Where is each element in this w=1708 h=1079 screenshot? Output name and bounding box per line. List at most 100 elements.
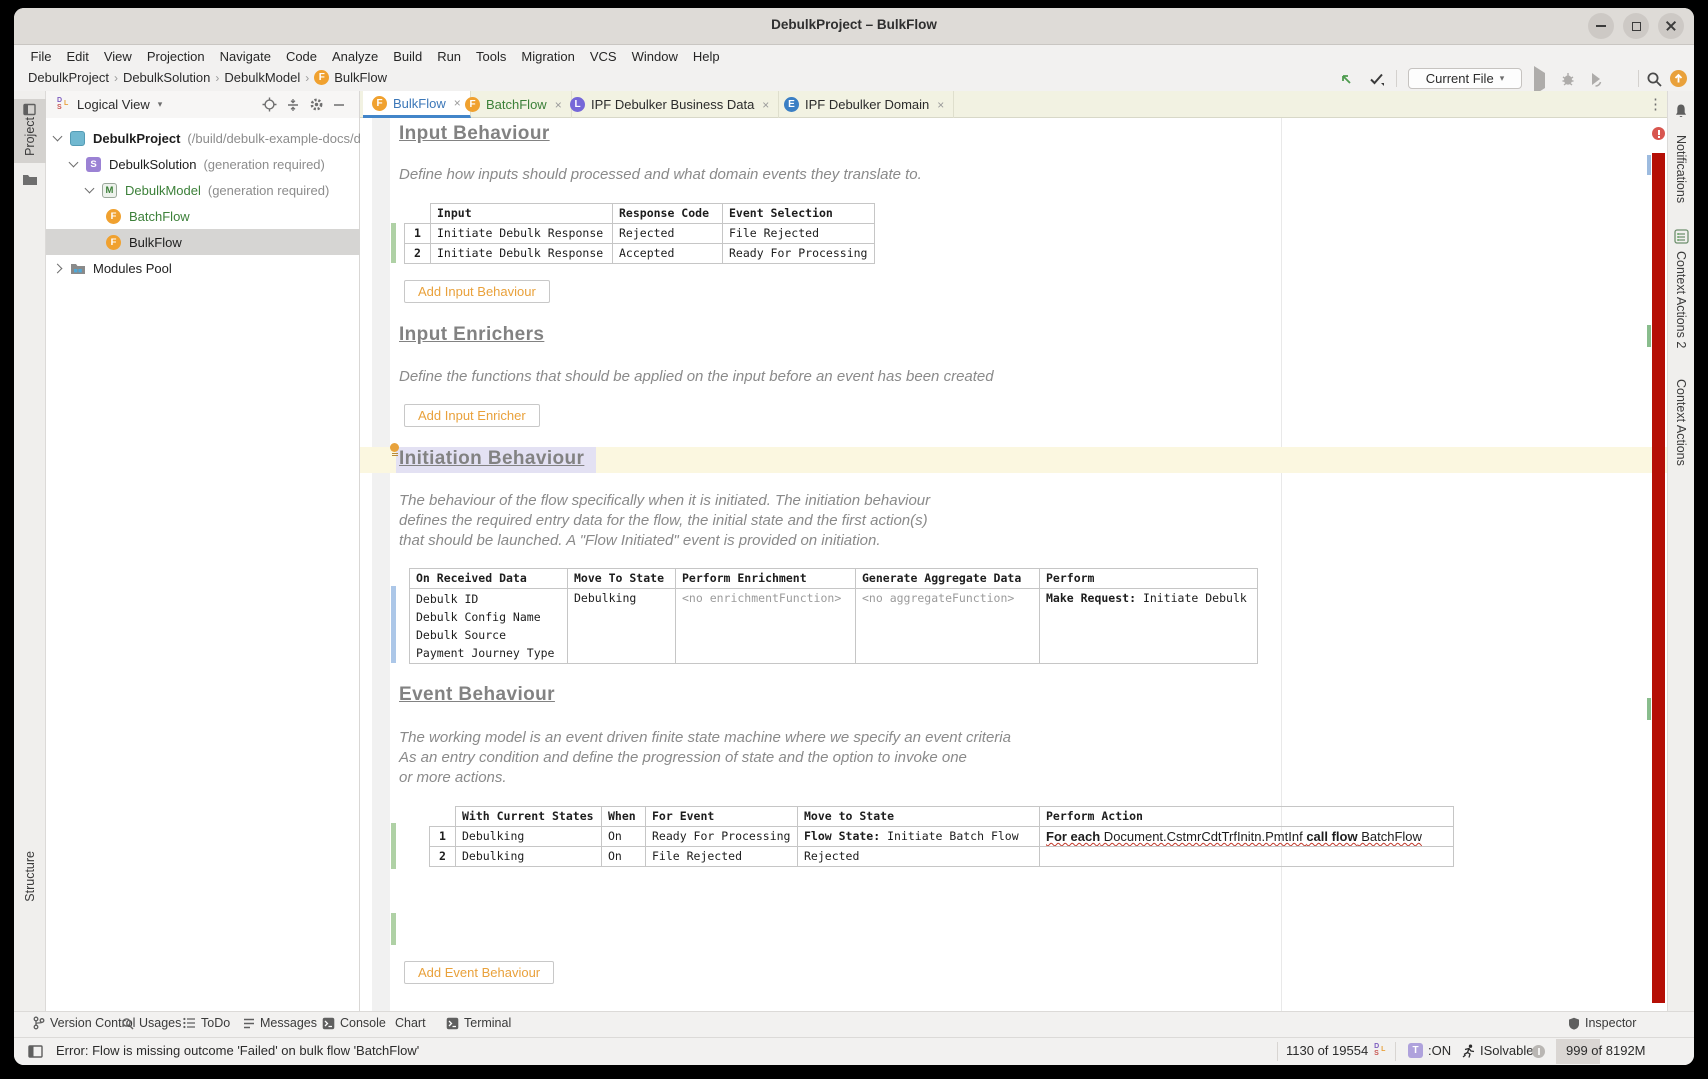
intention-bulb-icon[interactable] (390, 443, 399, 452)
tool-window-button-context-actions-2[interactable]: Context Actions 2 (1674, 251, 1688, 348)
menu-code[interactable]: Code (278, 49, 324, 64)
pause-status-icon[interactable] (1532, 1045, 1545, 1058)
view-selector[interactable]: Logical View (77, 97, 150, 112)
chevron-expanded-icon[interactable] (53, 132, 63, 142)
menu-navigate[interactable]: Navigate (212, 49, 278, 64)
section-description-line: The behaviour of the flow specifically w… (399, 491, 930, 511)
tab-label: IPF Debulker Business Data (591, 97, 754, 112)
close-button[interactable] (1658, 13, 1684, 39)
tool-window-button-version-control[interactable]: Version Control (32, 1016, 135, 1030)
run-with-coverage-icon[interactable] (1588, 71, 1604, 87)
column-header: Perform Enrichment (676, 569, 856, 589)
tree-item-debulksolution[interactable]: S DebulkSolution (generation required) (46, 151, 360, 177)
inspector-toggle[interactable]: Inspector (1568, 1016, 1636, 1030)
tool-window-button-chart[interactable]: Chart (395, 1016, 426, 1030)
tree-item-batchflow[interactable]: F BatchFlow (46, 203, 360, 229)
t-mode-widget[interactable]: T :ON (1408, 1043, 1451, 1058)
tool-window-button-structure[interactable]: Structure (23, 851, 37, 902)
tree-item-modules-pool[interactable]: Modules Pool (46, 255, 360, 281)
menu-run[interactable]: Run (430, 49, 469, 64)
breadcrumb-bulkflow[interactable]: BulkFlow (334, 70, 387, 85)
breadcrumb-solution[interactable]: DebulkSolution (123, 70, 210, 85)
close-tab-icon[interactable]: × (937, 98, 944, 112)
menu-build[interactable]: Build (386, 49, 430, 64)
memory-indicator[interactable]: 999 of 8192M (1566, 1043, 1646, 1058)
tool-window-button-messages[interactable]: Messages (243, 1016, 317, 1030)
debug-button[interactable] (1560, 71, 1576, 87)
add-event-behaviour-button[interactable]: Add Event Behaviour (404, 961, 554, 984)
tab-bulkflow[interactable]: F BulkFlow × (363, 91, 471, 118)
tool-window-button-console[interactable]: Console (322, 1016, 386, 1030)
menu-vcs[interactable]: VCS (582, 49, 624, 64)
bell-icon[interactable] (1673, 103, 1689, 119)
chevron-collapsed-icon[interactable] (53, 263, 63, 273)
run-button[interactable] (1534, 73, 1545, 88)
update-available-icon[interactable] (1670, 70, 1687, 87)
tree-item-debulkproject[interactable]: DebulkProject (/build/debulk-example-doc… (46, 125, 360, 151)
folder-icon[interactable] (22, 173, 38, 186)
section-title-initiation-behaviour: Initiation Behaviour (399, 448, 584, 470)
menu-projection[interactable]: Projection (139, 49, 212, 64)
tool-window-button-context-actions[interactable]: Context Actions (1674, 379, 1688, 466)
gear-icon[interactable] (309, 97, 324, 112)
change-marker-added (391, 223, 396, 263)
tree-label: DebulkProject (93, 131, 180, 146)
chevron-expanded-icon[interactable] (69, 158, 79, 168)
chevron-expanded-icon[interactable] (85, 184, 95, 194)
maximize-button[interactable] (1623, 13, 1649, 39)
stripe-mark-modified (1647, 155, 1651, 175)
menu-bar: File Edit View Projection Navigate Code … (14, 45, 1694, 67)
section-description: Define how inputs should processed and w… (399, 165, 922, 185)
tree-item-debulkmodel[interactable]: M DebulkModel (generation required) (46, 177, 360, 203)
cell-perform: Make Request: Initiate Debulk (1040, 589, 1258, 664)
flow-icon: F (106, 209, 121, 224)
error-count-badge[interactable] (1652, 127, 1665, 140)
menu-view[interactable]: View (96, 49, 139, 64)
menu-migration[interactable]: Migration (514, 49, 582, 64)
collapse-all-icon[interactable] (286, 98, 300, 112)
tool-window-button-notifications[interactable]: Notifications (1674, 135, 1688, 203)
menu-edit[interactable]: Edit (59, 49, 96, 64)
locate-icon[interactable] (262, 97, 277, 112)
hide-panel-icon[interactable] (333, 99, 345, 111)
tool-window-button-project[interactable]: Project (14, 99, 46, 163)
search-everywhere-button[interactable] (1646, 71, 1663, 88)
menu-file[interactable]: File (23, 49, 59, 64)
status-bar: Error: Flow is missing outcome 'Failed' … (14, 1037, 1694, 1065)
add-input-behaviour-button[interactable]: Add Input Behaviour (404, 280, 550, 303)
tree-item-bulkflow-selected[interactable]: F BulkFlow (46, 229, 360, 255)
menu-analyze[interactable]: Analyze (325, 49, 386, 64)
terminal-icon (446, 1017, 459, 1030)
hide-windows-icon[interactable] (1338, 71, 1354, 87)
cell-enrichment: <no enrichmentFunction> (676, 589, 856, 664)
tool-window-button-terminal[interactable]: Terminal (446, 1016, 511, 1030)
flow-icon: F (106, 235, 121, 250)
caret-position-widget[interactable]: 1130 of 19554 D S L (1286, 1043, 1388, 1058)
tool-window-button-todo[interactable]: ToDo (183, 1016, 230, 1030)
close-tab-icon[interactable]: × (762, 98, 769, 112)
tab-batchflow[interactable]: F BatchFlow × (456, 91, 572, 118)
inspections-profile-icon[interactable] (1368, 71, 1385, 87)
menu-help[interactable]: Help (685, 49, 727, 64)
tab-options-icon[interactable]: ⋮ (1648, 95, 1663, 113)
tab-ipf-debulker-business-data[interactable]: L IPF Debulker Business Data × (561, 91, 779, 118)
context-actions-list-icon[interactable] (1674, 229, 1689, 244)
breadcrumb-project[interactable]: DebulkProject (28, 70, 109, 85)
breadcrumb: DebulkProject › DebulkSolution › DebulkM… (28, 70, 387, 85)
ide-window: DebulkProject – BulkFlow File Edit View … (14, 8, 1694, 1065)
editor-tab-bar: F BulkFlow × F BatchFlow × L IPF Debulke… (360, 91, 1667, 118)
stripe-mark-added (1647, 698, 1651, 720)
run-configuration-select[interactable]: Current File ▾ (1408, 68, 1522, 89)
breadcrumb-model[interactable]: DebulkModel (224, 70, 300, 85)
add-input-enricher-button[interactable]: Add Input Enricher (404, 404, 540, 427)
cell-perform-action (1040, 847, 1454, 867)
menu-window[interactable]: Window (624, 49, 685, 64)
tab-ipf-debulker-domain[interactable]: E IPF Debulker Domain × (775, 91, 954, 118)
minimize-button[interactable] (1588, 13, 1614, 39)
solvables-widget[interactable]: ISolvables (1462, 1043, 1540, 1058)
cell-when: On (602, 847, 646, 867)
error-stripe-scrollbar[interactable] (1652, 153, 1665, 1003)
tool-window-button-usages[interactable]: Usages (121, 1016, 181, 1030)
menu-tools[interactable]: Tools (469, 49, 514, 64)
tool-window-quick-access-icon[interactable] (28, 1045, 43, 1058)
